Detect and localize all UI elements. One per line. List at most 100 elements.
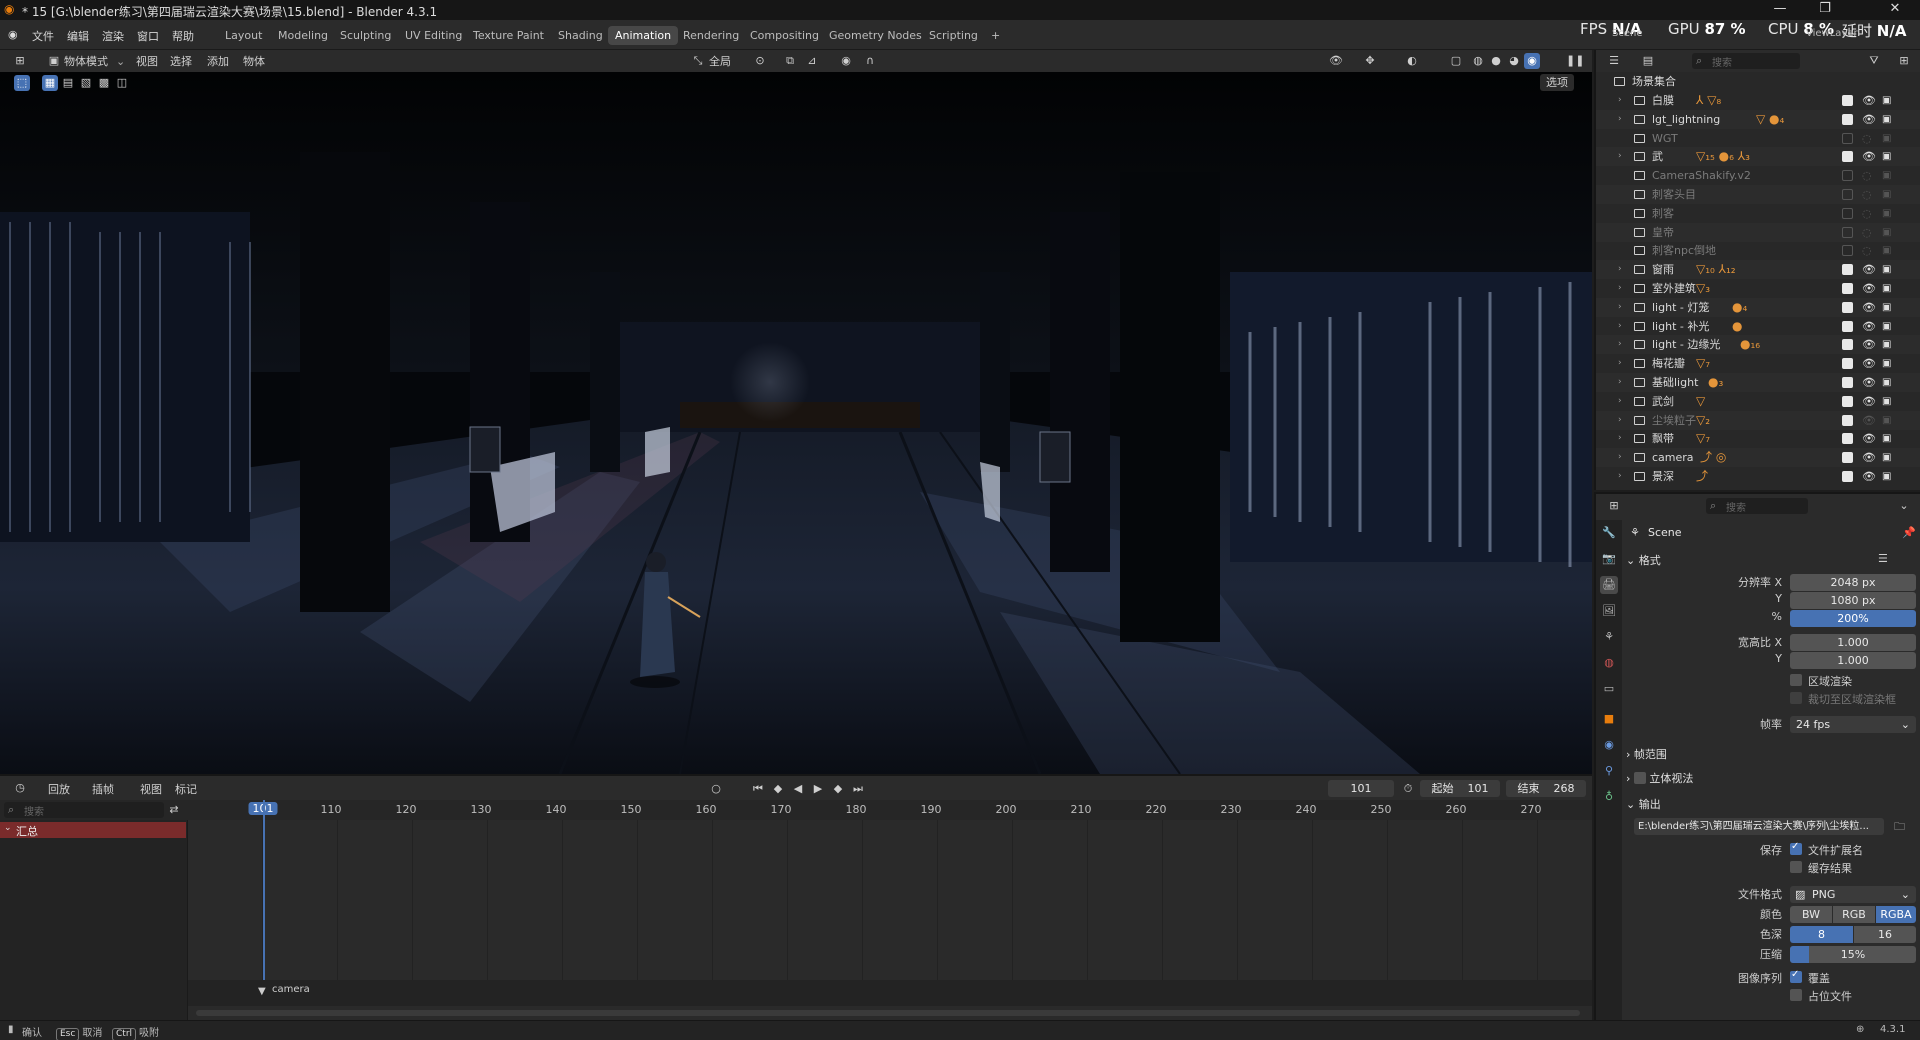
render-camera-icon[interactable]: ▣ [1882,392,1891,411]
exclude-checkbox[interactable] [1842,301,1853,313]
folder-icon[interactable]: 🗀 [1894,818,1905,837]
render-camera-icon[interactable]: ▣ [1882,354,1891,373]
exclude-checkbox[interactable] [1842,113,1853,125]
menu-edit[interactable]: 编辑 [67,28,89,44]
render-camera-icon[interactable]: ▣ [1882,110,1891,129]
exclude-checkbox[interactable] [1842,151,1853,163]
eye-icon[interactable]: 👁 [1862,354,1876,373]
select-tool-icon[interactable]: ⬚ [14,75,30,91]
render-camera-icon[interactable]: ▣ [1882,335,1891,354]
eye-icon[interactable]: 👁 [1862,147,1876,166]
outliner-root[interactable]: 场景集合 [1596,72,1920,91]
outliner-item[interactable]: › light - 补光 ● 👁 ▣ [1596,317,1920,336]
menu-object[interactable]: 物体 [243,53,265,70]
solid-shading-icon[interactable]: ● [1488,53,1504,69]
res-pct-field[interactable]: 200% [1790,610,1916,627]
eye-icon[interactable]: ◌ [1862,185,1872,204]
3d-viewport[interactable]: ⬚ ▦ ▤ ▧ ▩ ◫ 选项 [0,72,1592,774]
render-camera-icon[interactable]: ▣ [1882,223,1891,242]
outliner-item[interactable]: › lgt_lightning ▽ ●₄ 👁 ▣ [1596,109,1920,129]
menu-playback[interactable]: 回放 [48,781,70,798]
outliner-item[interactable]: › 窗雨 ▽₁₀ ⅄₁₂ 👁 ▣ [1596,260,1920,280]
outliner-editor-icon[interactable]: ☰ [1606,53,1622,69]
timeline-editor-icon[interactable]: ◷ [12,780,28,796]
menu-help[interactable]: 帮助 [172,28,194,44]
render-camera-icon[interactable]: ▣ [1882,260,1891,279]
render-camera-icon[interactable]: ▣ [1882,448,1891,467]
maximize-icon[interactable]: ❐ [1805,1,1845,16]
play-reverse-icon[interactable]: ◀ [790,781,806,797]
outliner-search-input[interactable]: ⌕ 搜索 [1692,53,1800,69]
select-invert-icon[interactable]: ◫ [114,75,130,91]
exclude-checkbox[interactable] [1842,170,1853,182]
outliner-item[interactable]: › 室外建筑 ▽₃ 👁 ▣ [1596,279,1920,298]
output-path-field[interactable]: E:\blender练习\第四届瑞云渲染大赛\序列\尘埃粒... [1634,818,1884,835]
aspect-x-field[interactable]: 1.000 [1790,634,1916,651]
view-layer-tab-icon[interactable]: 🖼 [1600,602,1618,620]
eye-icon[interactable]: 👁 [1862,91,1876,110]
tab-animation[interactable]: Animation [608,26,679,45]
constraints-tab-icon[interactable]: ⚲ [1600,762,1618,780]
res-y-field[interactable]: 1080 px [1790,592,1916,609]
next-keyframe-icon[interactable]: ◆ [830,781,846,797]
render-camera-icon[interactable]: ▣ [1882,147,1891,166]
tab-sculpting[interactable]: Sculpting [333,26,398,45]
eye-icon[interactable]: 👁 [1862,411,1876,430]
transform-orientation-selector[interactable]: 全局 [709,53,731,70]
exclude-checkbox[interactable] [1842,358,1853,370]
eye-icon[interactable]: ◌ [1862,129,1872,148]
tab-modeling[interactable]: Modeling [271,26,335,45]
output-section[interactable]: ⌄ 输出 [1626,796,1661,812]
exclude-checkbox[interactable] [1842,132,1853,144]
outliner-item[interactable]: › light - 灯笼 ●₄ 👁 ▣ [1596,297,1920,317]
outliner-item[interactable]: › 武剑 ▽ 👁 ▣ [1596,392,1920,411]
filter-icon[interactable]: ⛛ [1866,53,1882,69]
exclude-checkbox[interactable] [1842,95,1853,106]
rendered-shading-icon[interactable]: ◉ [1524,53,1540,69]
chevron-right-icon[interactable]: › [1618,110,1628,129]
start-frame-field[interactable]: 起始 101 [1420,780,1500,797]
outliner-item[interactable]: 刺客头目 ◌ ▣ [1596,185,1920,204]
render-camera-icon[interactable]: ▣ [1882,317,1891,336]
eye-icon[interactable]: 👁 [1862,373,1876,392]
chevron-right-icon[interactable]: › [1618,279,1628,298]
stereo-checkbox[interactable] [1633,772,1646,784]
file-format-dropdown[interactable]: ▨ PNG ⌄ [1790,886,1916,903]
jump-end-icon[interactable]: ⏭ [850,781,866,797]
menu-keying[interactable]: 插帧 [92,781,114,798]
render-camera-icon[interactable]: ▣ [1882,298,1891,317]
select-intersect-icon[interactable]: ▩ [96,75,112,91]
color-bw-button[interactable]: BW [1790,906,1832,923]
color-rgb-button[interactable]: RGB [1833,906,1875,923]
timeline-search-input[interactable]: ⌕ 搜索 [4,802,164,818]
editor-type-icon[interactable]: ⊞ [12,53,28,69]
snap-target-icon[interactable]: ⊿ [804,53,820,69]
eye-icon[interactable]: 👁 [1862,279,1876,298]
compress-slider[interactable]: 15% [1790,946,1916,963]
swap-icon[interactable]: ⇄ [166,802,182,818]
res-x-field[interactable]: 2048 px [1790,574,1916,591]
blender-menu-icon[interactable]: ◉ [8,28,18,41]
preset-icon[interactable]: ☰ [1878,552,1888,565]
tab-shading[interactable]: Shading [551,26,610,45]
eye-icon[interactable]: ◌ [1862,223,1872,242]
tab-rendering[interactable]: Rendering [676,26,746,45]
select-new-icon[interactable]: ▦ [42,75,58,91]
wireframe-shading-icon[interactable]: ◍ [1470,53,1486,69]
cache-result-checkbox[interactable] [1790,861,1802,873]
gizmo-icon[interactable]: ✥ [1362,53,1378,69]
render-camera-icon[interactable]: ▣ [1882,429,1891,448]
format-section[interactable]: ⌄ 格式 [1626,552,1661,568]
menu-tl-view[interactable]: 视图 [140,781,162,798]
transform-orientation-icon[interactable]: ⤡ [690,53,706,69]
chevron-right-icon[interactable]: › [1618,467,1628,486]
properties-editor-icon[interactable]: ⊞ [1606,498,1622,514]
chevron-right-icon[interactable]: › [1618,91,1628,110]
chevron-right-icon[interactable]: › [1618,260,1628,279]
render-camera-icon[interactable]: ▣ [1882,185,1891,204]
properties-search-input[interactable]: ⌕ 搜索 [1706,498,1808,514]
falloff-icon[interactable]: ∩ [862,53,878,69]
playhead-line[interactable] [263,800,265,1005]
eye-icon[interactable]: 👁 [1862,448,1876,467]
eye-icon[interactable]: 👁 [1862,467,1876,486]
